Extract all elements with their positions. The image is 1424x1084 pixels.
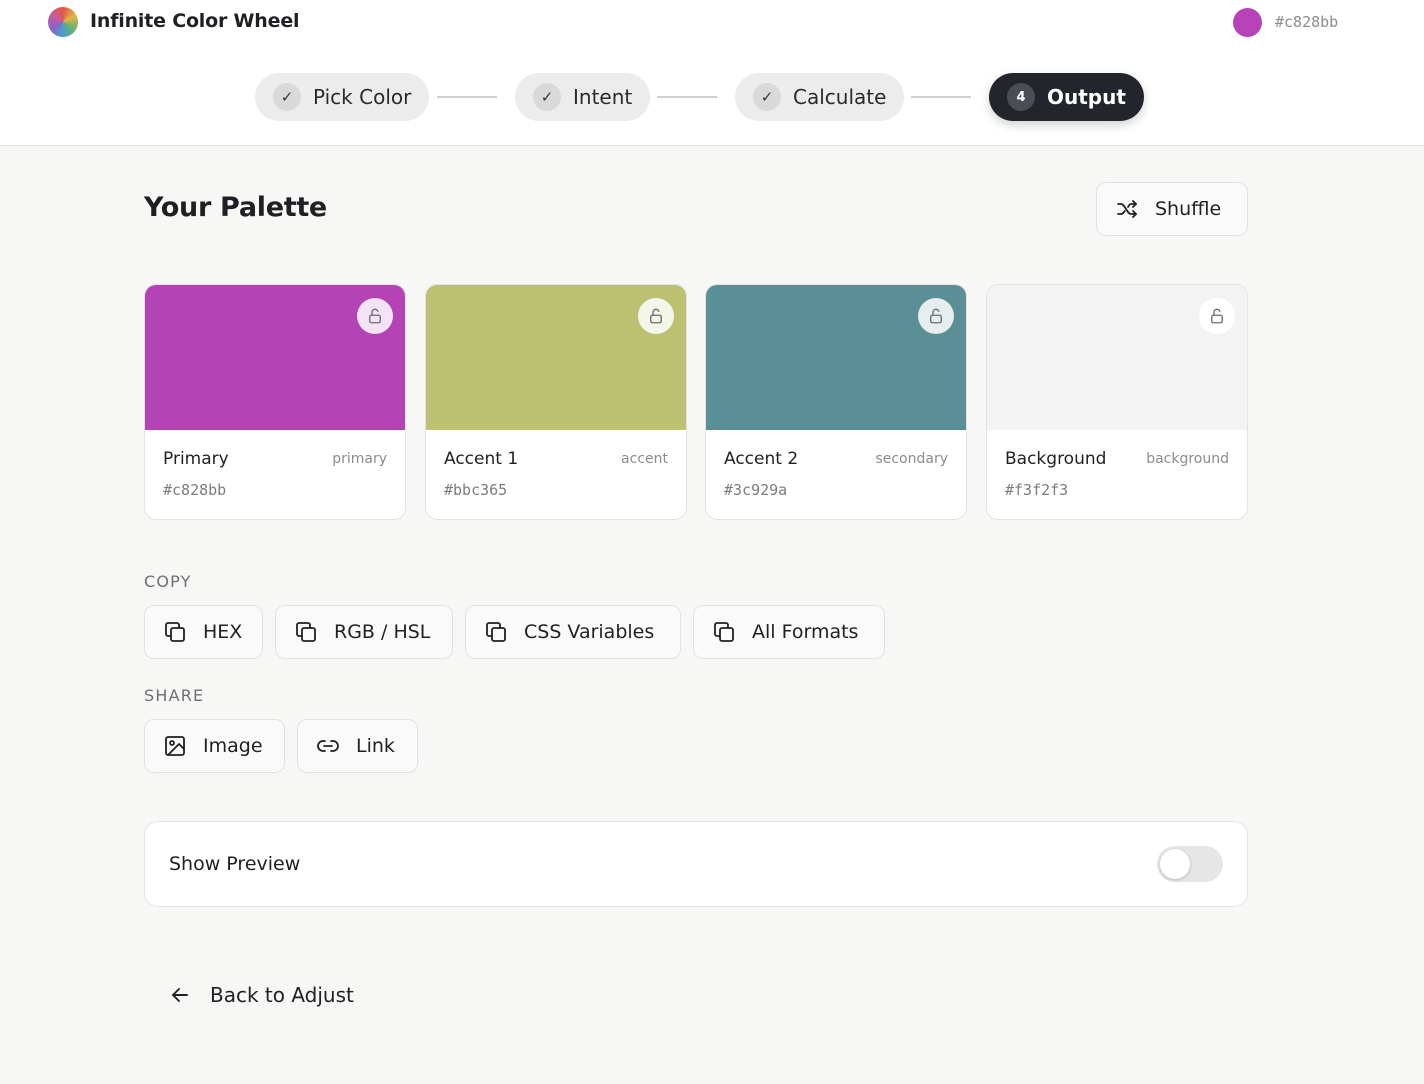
- share-link-label: Link: [356, 735, 395, 757]
- show-preview-toggle[interactable]: [1157, 846, 1223, 882]
- color-hex[interactable]: #bbc365: [444, 481, 507, 499]
- color-name: Background: [1005, 449, 1107, 469]
- app-title: Infinite Color Wheel: [90, 10, 300, 32]
- color-role: background: [1146, 451, 1229, 467]
- step-connector: [911, 96, 971, 98]
- color-role: secondary: [875, 451, 948, 467]
- current-color-hex: #c828bb: [1275, 13, 1339, 31]
- color-name: Accent 1: [444, 449, 519, 469]
- step-connector: [437, 96, 497, 98]
- color-name: Accent 2: [724, 449, 799, 469]
- shuffle-icon: [1115, 197, 1139, 221]
- step-pick-color[interactable]: ✓ Pick Color: [255, 73, 430, 121]
- copy-icon: [294, 620, 318, 644]
- palette-card-primary[interactable]: Primary primary #c828bb: [144, 284, 406, 520]
- image-icon: [163, 734, 187, 758]
- color-hex[interactable]: #c828bb: [163, 481, 226, 499]
- step-connector: [657, 96, 717, 98]
- palette-card-background[interactable]: Background background #f3f2f3: [986, 284, 1248, 520]
- unlock-icon[interactable]: [918, 298, 954, 334]
- shuffle-label: Shuffle: [1155, 198, 1222, 220]
- share-section-label: SHARE: [144, 686, 205, 705]
- palette-card-accent-2[interactable]: Accent 2 secondary #3c929a: [705, 284, 967, 520]
- step-calculate[interactable]: ✓ Calculate: [735, 73, 905, 121]
- back-to-adjust-button[interactable]: Back to Adjust: [168, 983, 354, 1007]
- shuffle-button[interactable]: Shuffle: [1096, 182, 1248, 236]
- check-icon: ✓: [753, 83, 781, 111]
- copy-all-formats-label: All Formats: [752, 621, 859, 643]
- copy-icon: [484, 620, 508, 644]
- share-image-button[interactable]: Image: [144, 719, 285, 773]
- check-icon: ✓: [533, 83, 561, 111]
- unlock-icon[interactable]: [638, 298, 674, 334]
- app-header: Infinite Color Wheel #c828bb ✓ Pick Colo…: [0, 0, 1424, 146]
- copy-icon: [163, 620, 187, 644]
- share-link-button[interactable]: Link: [297, 719, 418, 773]
- copy-section-label: COPY: [144, 572, 192, 591]
- step-output[interactable]: 4 Output: [989, 73, 1144, 121]
- show-preview-label: Show Preview: [169, 853, 301, 875]
- palette-card-accent-1[interactable]: Accent 1 accent #bbc365: [425, 284, 687, 520]
- step-label: Calculate: [793, 85, 887, 109]
- copy-rgb-hsl-button[interactable]: RGB / HSL: [275, 605, 453, 659]
- back-to-adjust-label: Back to Adjust: [210, 983, 354, 1007]
- step-intent[interactable]: ✓ Intent: [515, 73, 651, 121]
- share-image-label: Image: [203, 735, 263, 757]
- arrow-left-icon: [168, 983, 192, 1007]
- copy-css-variables-button[interactable]: CSS Variables: [465, 605, 681, 659]
- unlock-icon[interactable]: [357, 298, 393, 334]
- color-name: Primary: [163, 449, 229, 469]
- toggle-knob: [1160, 849, 1190, 879]
- copy-hex-button[interactable]: HEX: [144, 605, 263, 659]
- copy-css-variables-label: CSS Variables: [524, 621, 655, 643]
- check-icon: ✓: [273, 83, 301, 111]
- color-wheel-logo-icon: [48, 7, 78, 37]
- step-label: Pick Color: [313, 85, 412, 109]
- step-label: Output: [1047, 85, 1126, 109]
- unlock-icon[interactable]: [1199, 298, 1235, 334]
- color-hex[interactable]: #3c929a: [724, 481, 787, 499]
- copy-icon: [712, 620, 736, 644]
- color-role: primary: [332, 451, 387, 467]
- color-role: accent: [621, 451, 668, 467]
- copy-hex-label: HEX: [203, 621, 243, 643]
- current-color-swatch[interactable]: [1233, 8, 1262, 37]
- copy-all-formats-button[interactable]: All Formats: [693, 605, 885, 659]
- step-label: Intent: [573, 85, 633, 109]
- page-title: Your Palette: [144, 192, 327, 223]
- copy-rgb-hsl-label: RGB / HSL: [334, 621, 431, 643]
- show-preview-panel: Show Preview: [144, 821, 1248, 907]
- link-icon: [316, 734, 340, 758]
- color-hex[interactable]: #f3f2f3: [1005, 481, 1068, 499]
- step-number-badge: 4: [1007, 83, 1035, 111]
